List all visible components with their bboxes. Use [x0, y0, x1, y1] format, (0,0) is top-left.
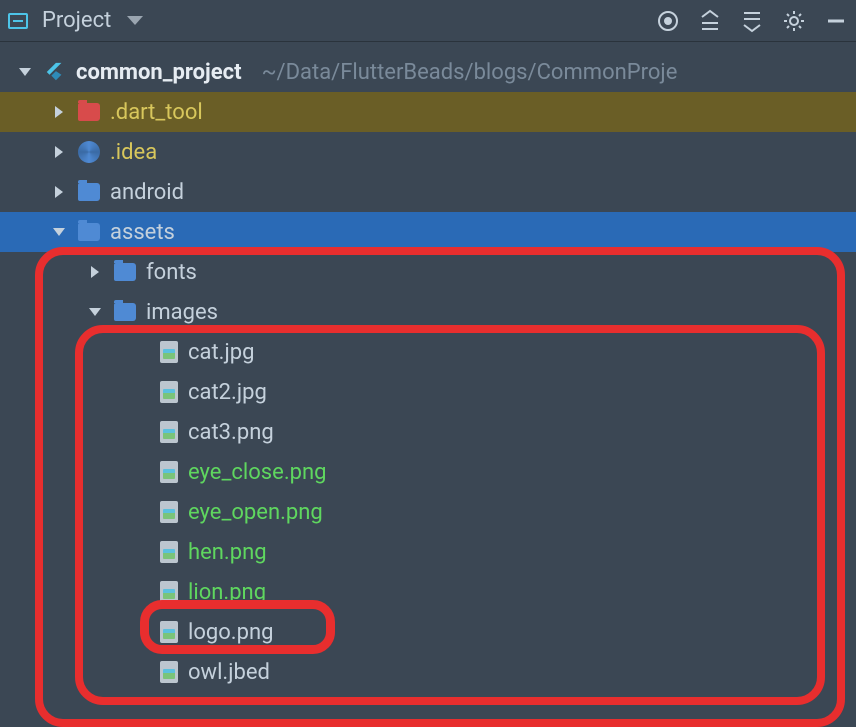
dropdown-arrow-icon[interactable] — [127, 16, 143, 25]
image-file-icon — [160, 421, 178, 443]
image-file-icon — [160, 621, 178, 643]
expand-all-icon[interactable] — [698, 9, 722, 33]
tree-row-file[interactable]: cat3.png — [0, 412, 856, 452]
tree-row-file[interactable]: eye_close.png — [0, 452, 856, 492]
file-label: cat2.jpg — [188, 380, 267, 405]
tree-row-fonts[interactable]: fonts — [0, 252, 856, 292]
image-file-icon — [160, 541, 178, 563]
chevron-down-icon[interactable] — [16, 63, 34, 81]
folder-icon — [114, 263, 136, 281]
folder-icon — [78, 183, 100, 201]
tree-row-file[interactable]: logo.png — [0, 612, 856, 652]
folder-label: android — [110, 180, 184, 205]
tree-row-file[interactable]: eye_open.png — [0, 492, 856, 532]
file-label: eye_close.png — [188, 460, 326, 485]
hide-icon[interactable] — [824, 9, 848, 33]
tree-row-root[interactable]: common_project ~/Data/FlutterBeads/blogs… — [0, 52, 856, 92]
toolbar-left: Project — [8, 8, 656, 33]
folder-icon — [78, 223, 100, 241]
folder-label: .dart_tool — [110, 100, 203, 125]
tree-row-images[interactable]: images — [0, 292, 856, 332]
folder-label: assets — [110, 220, 175, 245]
file-label: cat.jpg — [188, 340, 254, 365]
image-file-icon — [160, 501, 178, 523]
file-label: lion.png — [188, 580, 266, 605]
pinwheel-icon — [78, 141, 100, 163]
image-file-icon — [160, 381, 178, 403]
project-label[interactable]: Project — [42, 8, 111, 33]
file-label: eye_open.png — [188, 500, 323, 525]
file-label: logo.png — [188, 620, 273, 645]
image-file-icon — [160, 581, 178, 603]
chevron-down-icon[interactable] — [50, 223, 68, 241]
root-name: common_project — [76, 60, 242, 85]
folder-label: .idea — [110, 140, 157, 165]
settings-icon[interactable] — [782, 9, 806, 33]
folder-icon — [114, 303, 136, 321]
image-file-icon — [160, 341, 178, 363]
chevron-right-icon[interactable] — [86, 263, 104, 281]
folder-label: images — [146, 300, 218, 325]
file-label: hen.png — [188, 540, 267, 565]
project-tree: common_project ~/Data/FlutterBeads/blogs… — [0, 42, 856, 692]
chevron-right-icon[interactable] — [50, 183, 68, 201]
root-path: ~/Data/FlutterBeads/blogs/CommonProje — [262, 60, 678, 85]
select-opened-file-icon[interactable] — [656, 9, 680, 33]
tree-row-file[interactable]: cat.jpg — [0, 332, 856, 372]
tree-row-android[interactable]: android — [0, 172, 856, 212]
tree-row-file-lion[interactable]: lion.png — [0, 572, 856, 612]
chevron-down-icon[interactable] — [86, 303, 104, 321]
file-label: owl.jbed — [188, 660, 270, 685]
toolbar-right — [656, 9, 848, 33]
project-tool-window-icon — [8, 13, 28, 29]
image-file-icon — [160, 461, 178, 483]
tree-row-file[interactable]: cat2.jpg — [0, 372, 856, 412]
tree-row-file[interactable]: hen.png — [0, 532, 856, 572]
tree-row-dart-tool[interactable]: .dart_tool — [0, 92, 856, 132]
tree-row-idea[interactable]: .idea — [0, 132, 856, 172]
chevron-right-icon[interactable] — [50, 143, 68, 161]
flutter-icon — [44, 61, 66, 83]
chevron-right-icon[interactable] — [50, 103, 68, 121]
toolbar: Project — [0, 0, 856, 42]
collapse-all-icon[interactable] — [740, 9, 764, 33]
tree-row-assets[interactable]: assets — [0, 212, 856, 252]
tree-row-file[interactable]: owl.jbed — [0, 652, 856, 692]
file-label: cat3.png — [188, 420, 274, 445]
folder-label: fonts — [146, 260, 197, 285]
image-file-icon — [160, 661, 178, 683]
folder-icon — [78, 103, 100, 121]
